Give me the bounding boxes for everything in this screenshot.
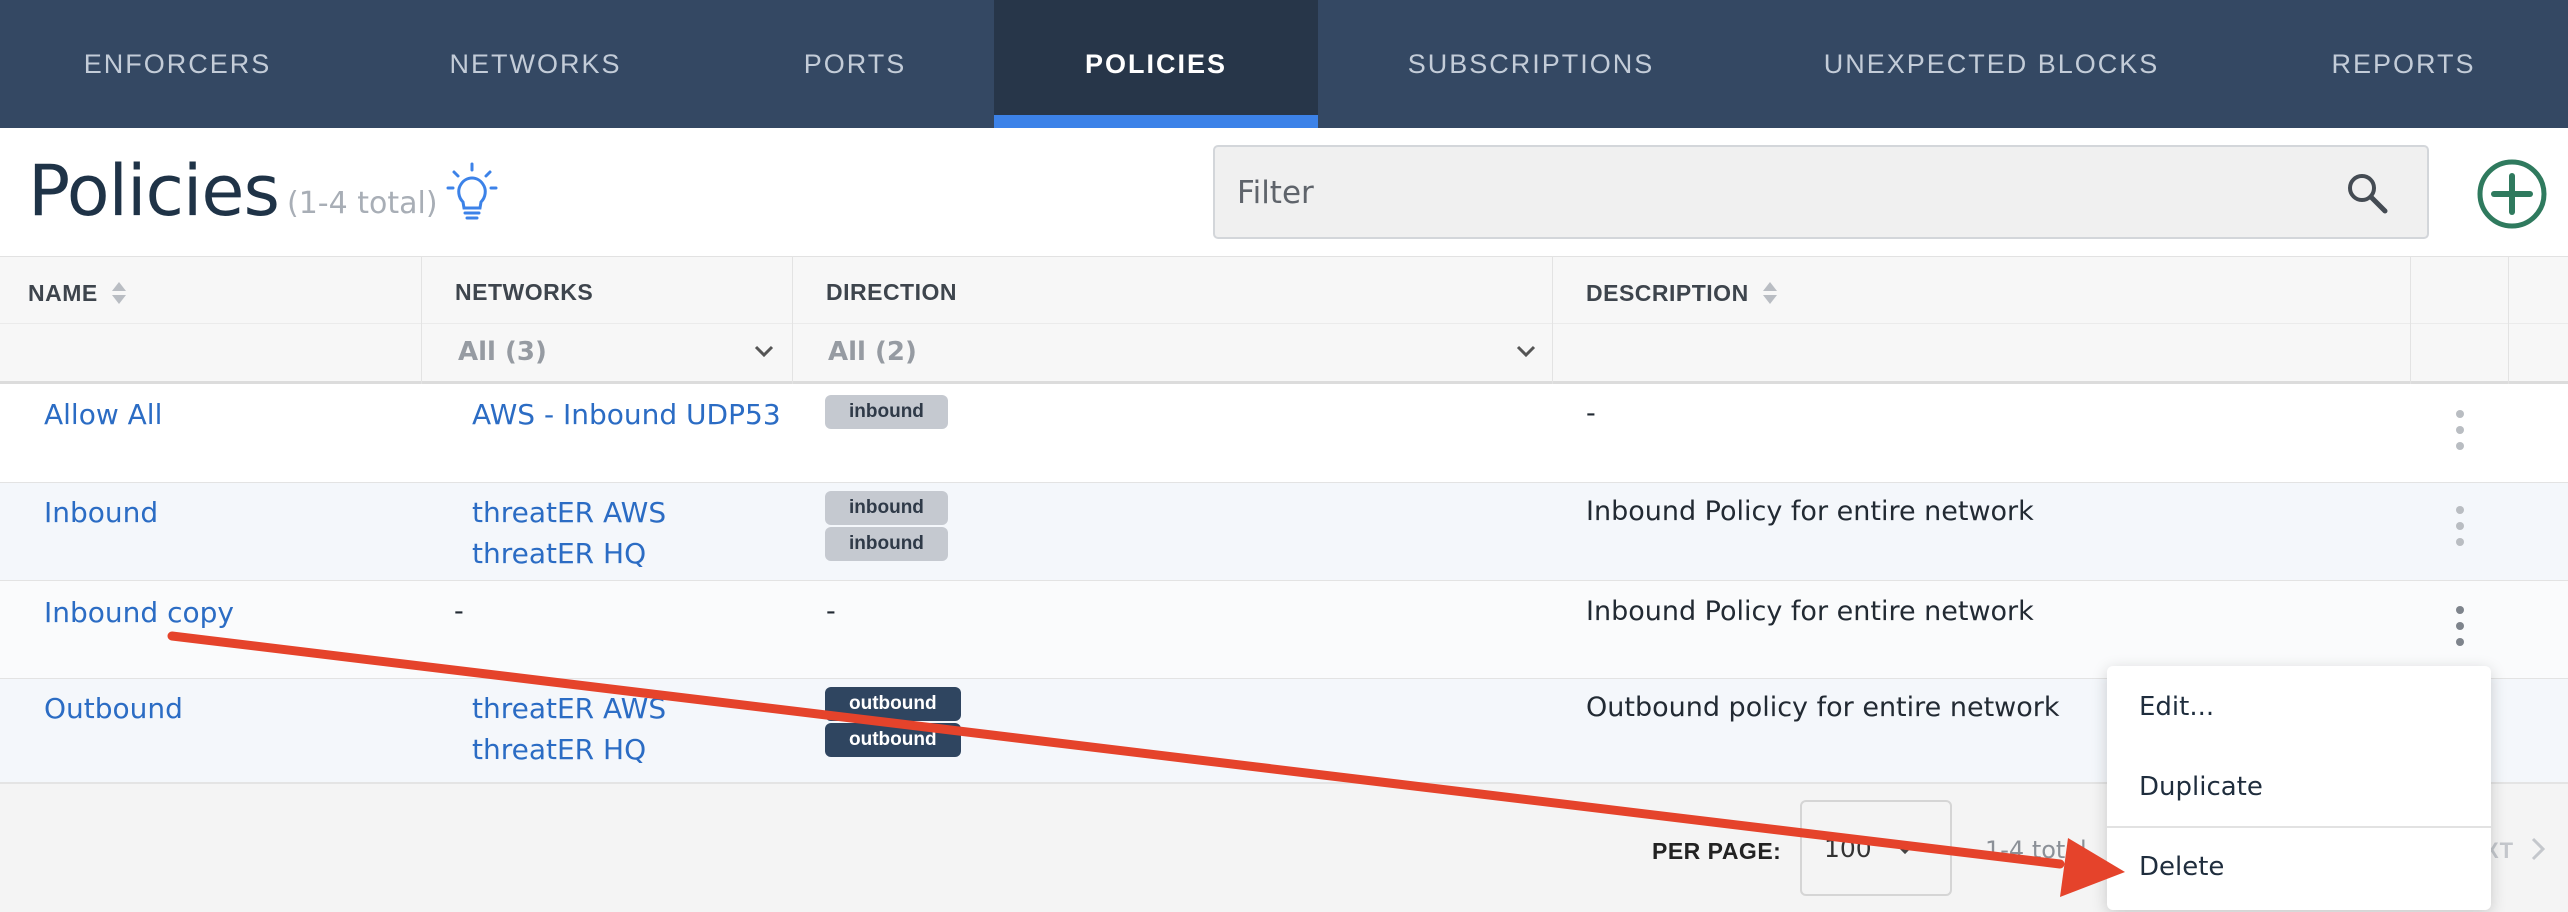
per-page-select[interactable]: 100 xyxy=(1800,800,1952,896)
policy-name-link[interactable]: Inbound copy xyxy=(44,596,234,629)
network-link[interactable]: AWS - Inbound UDP53 xyxy=(472,398,781,431)
column-description-header[interactable]: DESCRIPTION xyxy=(1586,279,1779,307)
page-title: Policies xyxy=(28,150,280,232)
policy-name-link[interactable]: Inbound xyxy=(44,496,158,529)
divider xyxy=(0,580,2568,581)
menu-item-duplicate[interactable]: Duplicate xyxy=(2139,772,2263,802)
column-networks-label: NETWORKS xyxy=(455,279,594,305)
description-text: - xyxy=(1586,398,1596,429)
networks-filter-select[interactable]: All (3) xyxy=(458,337,547,367)
pagination-total: 1-4 total xyxy=(1985,836,2087,864)
direction-badge: inbound xyxy=(825,491,948,525)
row-actions-menu: Edit... Duplicate Delete xyxy=(2107,666,2491,910)
description-text: Inbound Policy for entire network xyxy=(1586,496,2034,527)
column-description-label: DESCRIPTION xyxy=(1586,279,1749,306)
direction-filter-select[interactable]: All (2) xyxy=(828,337,917,367)
table-row: Inbound copy - - Inbound Policy for enti… xyxy=(0,580,2568,678)
sort-icon[interactable] xyxy=(110,279,128,307)
filter-box xyxy=(1213,145,2429,239)
search-icon[interactable] xyxy=(2345,171,2389,215)
network-link[interactable]: threatER HQ xyxy=(472,537,646,570)
chevron-right-icon[interactable] xyxy=(2530,836,2546,862)
filter-input[interactable] xyxy=(1235,167,2339,219)
row-actions-icon[interactable] xyxy=(2450,504,2470,548)
policy-name-link[interactable]: Outbound xyxy=(44,692,183,725)
row-actions-icon[interactable] xyxy=(2450,408,2470,452)
nav-tab-networks[interactable]: NETWORKS xyxy=(355,0,716,128)
divider xyxy=(2107,826,2491,828)
table-row: Inbound threatER AWS threatER HQ inbound… xyxy=(0,482,2568,580)
per-page-value: 100 xyxy=(1824,834,1872,863)
column-name-header[interactable]: NAME xyxy=(28,279,128,307)
lightbulb-icon[interactable] xyxy=(446,162,498,222)
table-row: Allow All AWS - Inbound UDP53 inbound - xyxy=(0,384,2568,482)
nav-tab-ports[interactable]: PORTS xyxy=(716,0,994,128)
column-direction-label: DIRECTION xyxy=(826,279,957,305)
direction-text: - xyxy=(826,596,836,627)
nav-tab-policies[interactable]: POLICIES xyxy=(994,0,1318,128)
top-nav: ENFORCERS NETWORKS PORTS POLICIES SUBSCR… xyxy=(0,0,2568,128)
direction-badge: inbound xyxy=(825,527,948,561)
network-link[interactable]: threatER HQ xyxy=(472,733,646,766)
nav-tab-unexpected-blocks[interactable]: UNEXPECTED BLOCKS xyxy=(1744,0,2239,128)
network-text: - xyxy=(454,596,464,627)
menu-item-edit[interactable]: Edit... xyxy=(2139,692,2214,722)
chevron-down-icon xyxy=(1896,843,1914,855)
policy-name-link[interactable]: Allow All xyxy=(44,398,162,431)
page-count: (1-4 total) xyxy=(287,186,438,221)
add-policy-button[interactable] xyxy=(2476,158,2548,230)
row-actions-icon[interactable] xyxy=(2450,604,2470,648)
per-page-label: PER PAGE: xyxy=(1652,838,1782,864)
divider xyxy=(0,323,2568,324)
description-text: Outbound policy for entire network xyxy=(1586,692,2060,723)
divider xyxy=(0,482,2568,483)
nav-tab-subscriptions[interactable]: SUBSCRIPTIONS xyxy=(1318,0,1744,128)
column-networks-header: NETWORKS xyxy=(455,279,593,306)
sort-icon[interactable] xyxy=(1761,279,1779,307)
column-direction-header: DIRECTION xyxy=(826,279,957,306)
column-name-label: NAME xyxy=(28,279,98,306)
network-link[interactable]: threatER AWS xyxy=(472,496,666,529)
nav-tab-enforcers[interactable]: ENFORCERS xyxy=(0,0,355,128)
chevron-down-icon[interactable] xyxy=(1515,343,1537,359)
description-text: Inbound Policy for entire network xyxy=(1586,596,2034,627)
direction-badge: outbound xyxy=(825,687,961,721)
chevron-down-icon[interactable] xyxy=(753,343,775,359)
table-header: NAME NETWORKS DIRECTION DESCRIPTION All … xyxy=(0,256,2568,384)
direction-badge: outbound xyxy=(825,723,961,757)
direction-badge: inbound xyxy=(825,395,948,429)
nav-tab-reports[interactable]: REPORTS xyxy=(2239,0,2568,128)
menu-item-delete[interactable]: Delete xyxy=(2139,852,2224,882)
network-link[interactable]: threatER AWS xyxy=(472,692,666,725)
